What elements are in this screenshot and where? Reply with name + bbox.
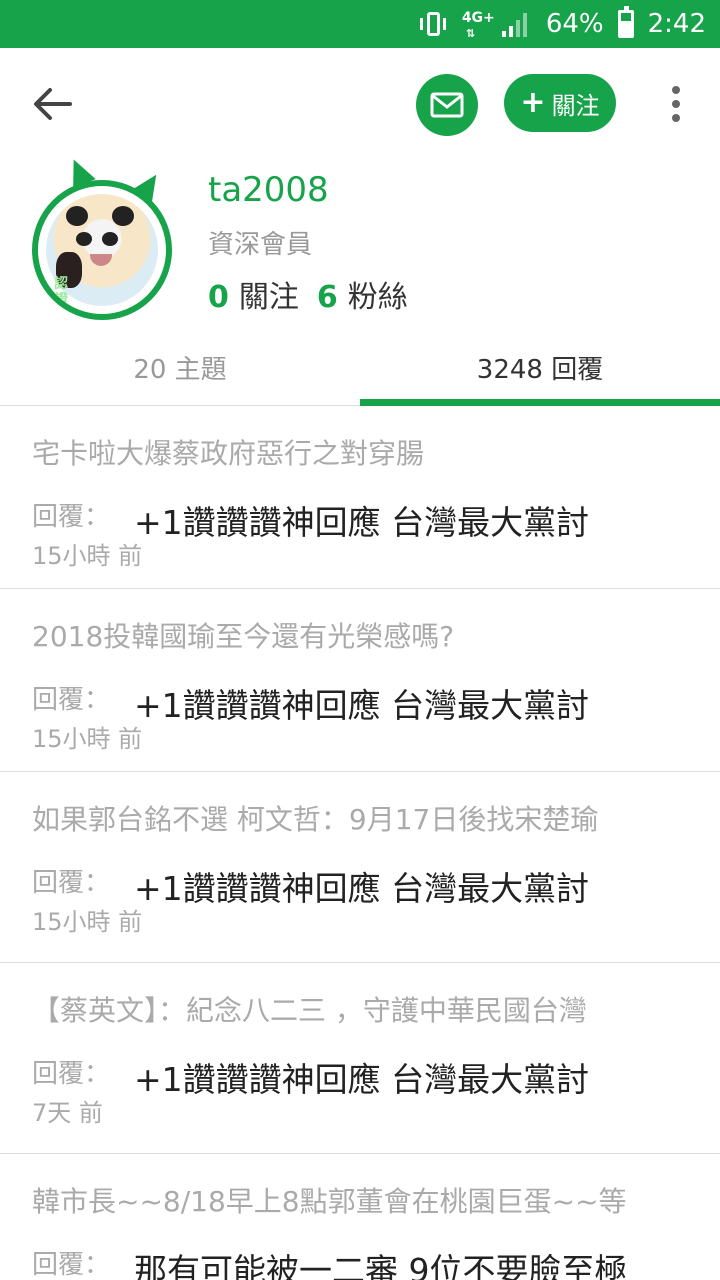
reply-text: +1讚讚讚神回應 台灣最大黨討	[134, 686, 590, 725]
reply-label: 回覆：	[32, 1059, 111, 1089]
toolbar: + 關注	[0, 48, 720, 160]
reply-time: 7天 前	[32, 1099, 103, 1127]
list-item[interactable]: 如果郭台銘不選 柯文哲：9月17日後找宋楚瑜 回覆： +1讚讚讚神回應 台灣最大…	[0, 772, 720, 963]
list-item[interactable]: 宅卡啦大爆蔡政府惡行之對穿腸 回覆： +1讚讚讚神回應 台灣最大黨討 15小時 …	[0, 406, 720, 589]
arrow-left-icon	[34, 88, 72, 120]
list-item[interactable]: 2018投韓國瑜至今還有光榮感嗎? 回覆： +1讚讚讚神回應 台灣最大黨討 15…	[0, 589, 720, 772]
thread-title: 【蔡英文】：紀念八二三 ，守護中華民國台灣	[32, 994, 587, 1027]
member-rank: 資深會員	[208, 230, 313, 260]
more-vertical-icon	[672, 86, 680, 94]
following-count[interactable]: 0	[208, 280, 229, 315]
reply-text: 那有可能被一二審 9位不要臉至極	[134, 1251, 628, 1280]
thread-title: 韓市長~~8/18早上8點郭董會在桃園巨蛋~~等	[32, 1185, 627, 1218]
reply-text: +1讚讚讚神回應 台灣最大黨討	[134, 503, 590, 542]
thread-title: 2018投韓國瑜至今還有光榮感嗎?	[32, 620, 455, 653]
back-button[interactable]	[30, 84, 74, 124]
followers-count[interactable]: 6	[317, 280, 338, 315]
follow-label: 關注	[551, 91, 600, 120]
following-label[interactable]: 關注	[239, 272, 299, 316]
reply-list: 宅卡啦大爆蔡政府惡行之對穿腸 回覆： +1讚讚讚神回應 台灣最大黨討 15小時 …	[0, 406, 720, 1280]
username: ta2008	[208, 170, 329, 210]
tab-topics[interactable]: 20 主題	[0, 330, 360, 405]
thread-title: 宅卡啦大爆蔡政府惡行之對穿腸	[32, 437, 425, 470]
battery-icon	[617, 6, 634, 38]
clock: 2:42	[647, 9, 706, 39]
message-button[interactable]	[416, 74, 478, 136]
reply-label: 回覆：	[32, 502, 111, 532]
reply-time: 15小時 前	[32, 908, 143, 936]
reply-label: 回覆：	[32, 1250, 111, 1280]
thread-title: 如果郭台銘不選 柯文哲：9月17日後找宋楚瑜	[32, 803, 599, 836]
reply-label: 回覆：	[32, 685, 111, 715]
reply-time: 15小時 前	[32, 542, 143, 570]
vibrate-icon	[418, 10, 448, 38]
reply-label: 回覆：	[32, 868, 111, 898]
network-icon: 4G+ ⇅	[461, 10, 495, 40]
list-item[interactable]: 韓市長~~8/18早上8點郭董會在桃園巨蛋~~等 回覆： 那有可能被一二審 9位…	[0, 1154, 720, 1280]
envelope-icon	[430, 92, 464, 118]
battery-percent: 64%	[545, 9, 604, 39]
followers-label[interactable]: 粉絲	[348, 272, 408, 316]
reply-text: +1讚讚讚神回應 台灣最大黨討	[134, 1060, 590, 1099]
status-bar: 4G+ ⇅ 64% 2:42	[0, 0, 720, 48]
plus-icon: +	[520, 85, 546, 120]
follow-stats: 0 關注 6 粉絲	[208, 272, 426, 316]
tab-replies[interactable]: 3248 回覆	[360, 330, 720, 406]
avatar[interactable]: 認 證	[32, 154, 172, 320]
signal-icon	[501, 11, 532, 37]
more-options-button[interactable]	[664, 82, 688, 126]
reply-text: +1讚讚讚神回應 台灣最大黨討	[134, 869, 590, 908]
follow-button[interactable]: + 關注	[504, 74, 616, 132]
list-item[interactable]: 【蔡英文】：紀念八二三 ，守護中華民國台灣 回覆： +1讚讚讚神回應 台灣最大黨…	[0, 963, 720, 1154]
profile-tabs: 20 主題 3248 回覆	[0, 330, 720, 406]
avatar-badge: 認 證	[54, 276, 68, 308]
reply-time: 15小時 前	[32, 725, 143, 753]
